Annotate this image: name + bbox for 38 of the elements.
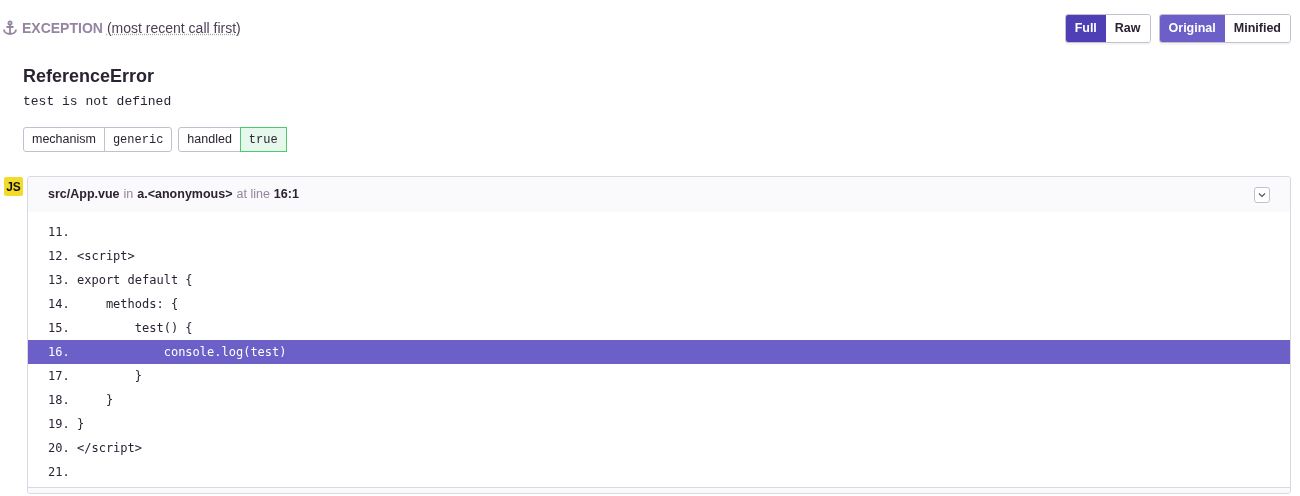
line-number: 21. bbox=[48, 464, 71, 481]
code-text: methods: { bbox=[104, 296, 179, 313]
code-text: } bbox=[133, 368, 143, 385]
line-number: 13. bbox=[48, 272, 71, 289]
frame-file: src/App.vue bbox=[48, 186, 120, 204]
view-toggle-button[interactable]: Full bbox=[1065, 15, 1106, 42]
tag-value: true bbox=[239, 127, 287, 153]
tag-value: generic bbox=[111, 132, 165, 150]
code-text: test() { bbox=[133, 320, 193, 337]
line-number: 19. bbox=[48, 416, 71, 433]
chevron-icon bbox=[1258, 191, 1266, 198]
code-text: } bbox=[77, 416, 85, 433]
code-text: export default { bbox=[77, 272, 193, 289]
frame-label: in bbox=[123, 186, 134, 204]
line-number: 17. bbox=[48, 368, 71, 385]
code-text: <script> bbox=[77, 248, 135, 265]
line-number: 20. bbox=[48, 440, 71, 457]
section-subtitle: (most recent call first) bbox=[106, 18, 241, 38]
line-number: 12. bbox=[48, 248, 71, 265]
anchor-icon bbox=[2, 20, 18, 37]
line-number: 15. bbox=[48, 320, 71, 337]
code-text: console.log(test) bbox=[162, 344, 287, 361]
code-text: </script> bbox=[77, 440, 143, 457]
platform-icon: JS bbox=[4, 177, 23, 197]
line-number: 18. bbox=[48, 392, 71, 409]
line-number: 14. bbox=[48, 296, 71, 313]
source-toggle-button[interactable]: Original bbox=[1159, 15, 1225, 42]
section-title: EXCEPTION bbox=[22, 18, 103, 38]
line-number: 11. bbox=[48, 224, 71, 241]
exception-type: ReferenceError bbox=[23, 64, 156, 88]
tag-key: mechanism bbox=[24, 128, 105, 152]
code-text: } bbox=[104, 392, 114, 409]
frame-label: at line bbox=[236, 186, 270, 204]
frame-function: a.<anonymous> bbox=[137, 186, 233, 204]
collapse-toggle[interactable] bbox=[1254, 186, 1270, 203]
exception-message: test is not defined bbox=[23, 92, 173, 111]
frame-location: 16:1 bbox=[273, 186, 299, 204]
line-number: 16. bbox=[48, 344, 71, 361]
